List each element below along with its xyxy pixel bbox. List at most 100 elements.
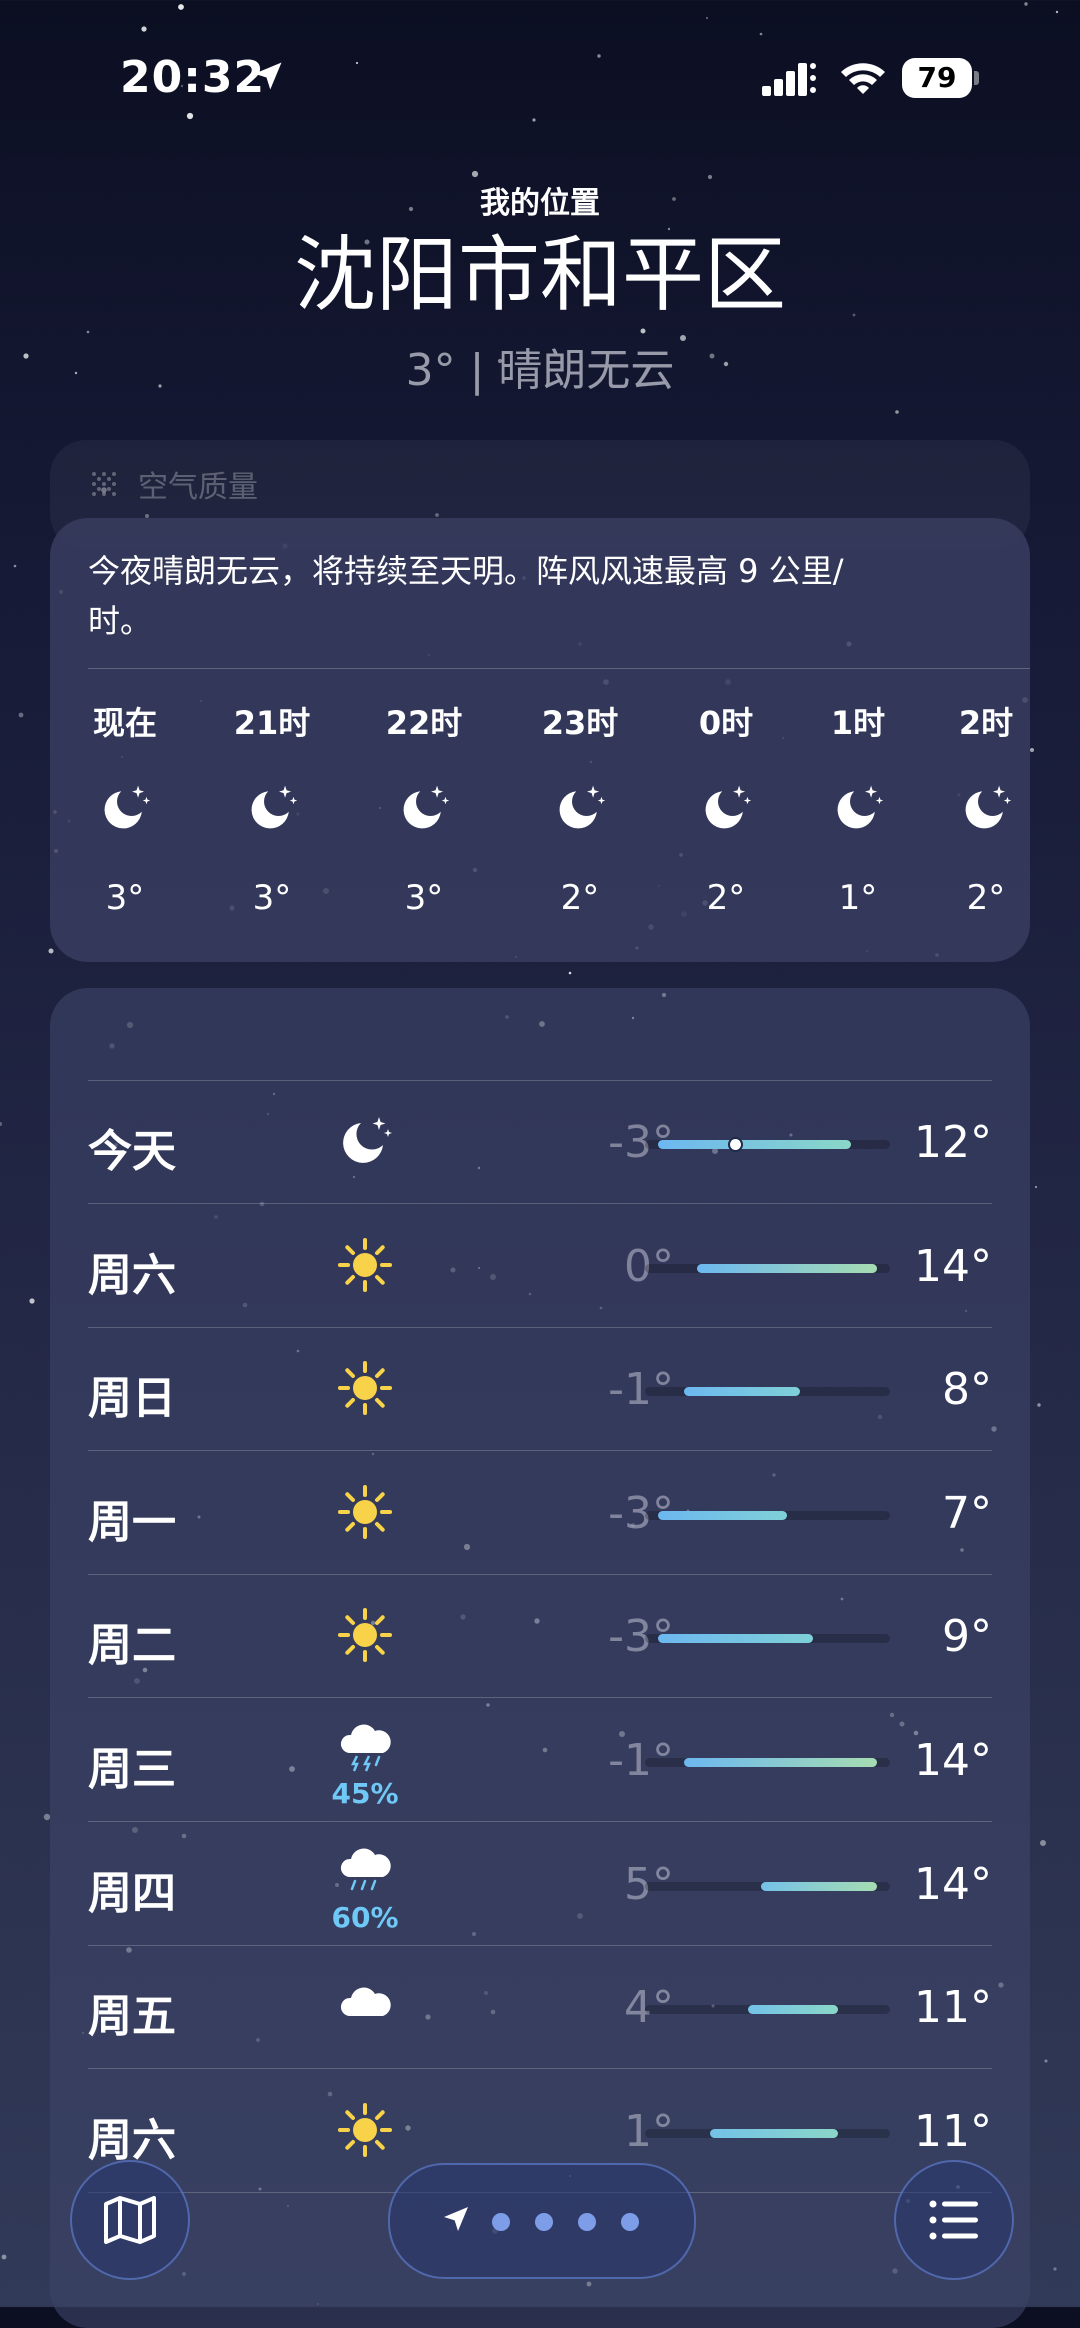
- temp-range-track: [645, 1510, 890, 1520]
- temp-range-bar: [696, 1263, 878, 1273]
- temp-range-track: [645, 1139, 890, 1150]
- temp-range-track: [645, 2005, 890, 2015]
- hour-label: 现在: [92, 704, 157, 742]
- daily-row: 周三 45% -1° 14°: [50, 1699, 1030, 1822]
- current-temp-marker: [729, 1139, 741, 1150]
- hourly-item: 23时 2°: [520, 698, 640, 918]
- day-label: 周六: [88, 2114, 176, 2166]
- day-label: 周一: [88, 1496, 176, 1548]
- hour-temp: 3°: [404, 878, 444, 918]
- day-label: 周五: [88, 1991, 176, 2043]
- moon-stars-icon: [343, 1117, 392, 1163]
- city-name: 沈阳市和平区: [293, 228, 786, 323]
- hour-temp: 2°: [706, 878, 746, 918]
- daily-row: 周六 0° 14°: [50, 1205, 1030, 1328]
- sun-icon: [338, 1484, 392, 1539]
- air-quality-icon: [92, 472, 116, 496]
- moon-stars-icon: [403, 785, 450, 829]
- forecast-summary: 今夜晴朗无云，将持续至天明。阵风风速最高 9 公里/时。: [88, 552, 844, 640]
- moon-stars-icon: [251, 785, 298, 829]
- map-icon: [104, 2196, 156, 2244]
- high-temp: 14°: [914, 1735, 992, 1786]
- temp-range-bar: [761, 1881, 878, 1891]
- temp-range-bar: [709, 2128, 839, 2138]
- location-page-indicator[interactable]: [388, 2163, 696, 2279]
- hourly-item: 21时 3°: [212, 698, 332, 918]
- high-temp: 11°: [914, 2105, 992, 2157]
- hour-temp: 2°: [560, 878, 600, 918]
- location-arrow-icon: [254, 62, 282, 90]
- battery-indicator: 79: [902, 58, 980, 98]
- day-label: 今天: [88, 1126, 176, 1177]
- divider: [88, 668, 1030, 669]
- temp-range-track: [645, 2128, 890, 2138]
- cellular-signal-icon: [762, 63, 816, 96]
- location-arrow-icon: [444, 2207, 468, 2231]
- sun-icon: [338, 1361, 392, 1416]
- day-label: 周三: [88, 1744, 176, 1795]
- hour-label: 2时: [958, 704, 1014, 742]
- hour-label: 0时: [698, 704, 754, 742]
- hourly-item: 0时 2°: [666, 698, 786, 918]
- cloud-icon: [340, 1987, 391, 2017]
- moon-stars-icon: [965, 785, 1012, 829]
- list-icon: [929, 2200, 978, 2240]
- moon-stars-icon: [104, 785, 151, 829]
- hourly-item: 1时 1°: [798, 698, 918, 918]
- status-bar: 20:32 79: [0, 0, 1080, 150]
- hour-temp: 1°: [838, 878, 878, 918]
- sun-icon: [338, 1237, 392, 1292]
- temp-range-bar: [657, 1634, 813, 1644]
- high-temp: 11°: [914, 1982, 992, 2034]
- precip-chance: 60%: [331, 1900, 399, 1934]
- page-dot[interactable]: [621, 2213, 639, 2231]
- temp-range-track: [645, 1387, 890, 1397]
- high-temp: 14°: [914, 1240, 992, 1292]
- hour-temp: 2°: [966, 878, 1006, 918]
- location-header: 我的位置 沈阳市和平区 3° | 晴朗无云: [0, 178, 1080, 398]
- hour-temp: 3°: [252, 878, 292, 918]
- hourly-forecast-card[interactable]: 今夜晴朗无云，将持续至天明。阵风风速最高 9 公里/时。 现在 3° 21时 3° 22…: [50, 518, 1030, 962]
- day-label: 周六: [88, 1249, 176, 1301]
- city-list-button[interactable]: [894, 2160, 1014, 2280]
- temp-range-track: [645, 1263, 890, 1273]
- hourly-item: 现在 3°: [65, 698, 185, 918]
- page-dot[interactable]: [492, 2213, 510, 2231]
- hour-label: 22时: [385, 704, 463, 742]
- hour-label: 21时: [233, 704, 311, 742]
- day-label: 周二: [88, 1620, 176, 1672]
- temp-range-bar: [657, 1510, 787, 1520]
- high-temp: 8°: [942, 1364, 992, 1416]
- status-time: 20:32: [120, 52, 266, 103]
- daily-row: 周五 4° 11°: [50, 1946, 1030, 2070]
- hour-label: 1时: [830, 704, 886, 742]
- hourly-item: 2时 2°: [926, 698, 1046, 918]
- page-dot[interactable]: [535, 2213, 553, 2231]
- wifi-icon: [841, 63, 885, 94]
- temp-range-bar: [657, 1140, 852, 1149]
- moon-stars-icon: [559, 785, 606, 829]
- ten-day-forecast-card[interactable]: 今天 -3° 12° 周六 0° 14° 周日 -1° 8° 周一 -3° 7° 周二 -3° 9° 周三 45…: [50, 988, 1030, 2328]
- page-dot[interactable]: [578, 2213, 596, 2231]
- temp-range-bar: [748, 2005, 839, 2015]
- daily-row: 周二 -3° 9°: [50, 1575, 1030, 1699]
- day-label: 周四: [88, 1867, 176, 1919]
- air-quality-label: 空气质量: [138, 470, 258, 505]
- map-button[interactable]: [70, 2160, 190, 2280]
- daily-row: 周四 60% 5° 14°: [50, 1823, 1030, 1946]
- temp-range-track: [645, 1758, 890, 1767]
- temp-range-track: [645, 1881, 890, 1891]
- battery-level: 79: [902, 58, 972, 98]
- daily-row: 周一 -3° 7°: [50, 1452, 1030, 1575]
- rain-icon: [340, 1848, 391, 1890]
- sun-icon: [338, 2102, 392, 2157]
- location-subtitle: 我的位置: [480, 186, 600, 221]
- high-temp: 9°: [942, 1611, 992, 1663]
- moon-stars-icon: [705, 785, 752, 829]
- hour-temp: 3°: [105, 878, 145, 918]
- hour-label: 23时: [541, 704, 619, 742]
- temp-range-bar: [683, 1387, 800, 1397]
- hourly-item: 22时 3°: [364, 698, 484, 918]
- temp-range-track: [645, 1634, 890, 1644]
- daily-row: 今天 -3° 12°: [50, 1081, 1030, 1204]
